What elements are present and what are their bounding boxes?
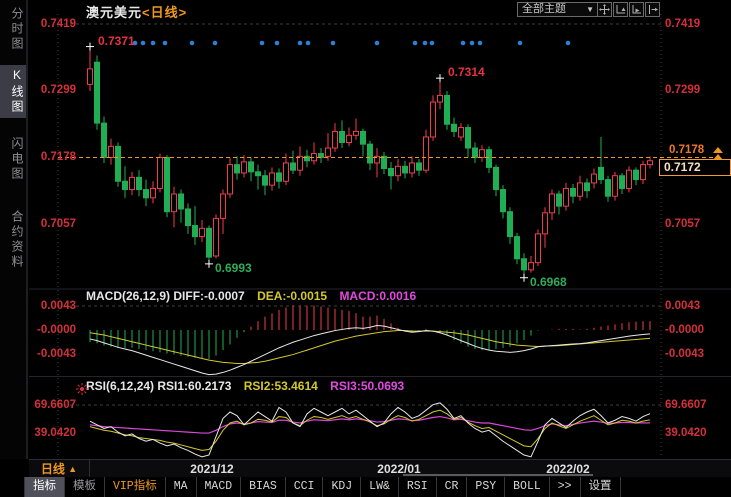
tab-ma[interactable]: MA <box>166 477 197 497</box>
axis-right-arrow-icon <box>630 3 643 20</box>
sidebar-tab-time-share[interactable]: 分时图 <box>0 4 26 55</box>
axis-up-arrow-icon <box>614 3 627 20</box>
chart-type-sidebar: 分时图 K线图闪电图合约资料 <box>0 0 28 459</box>
tab-cr[interactable]: CR <box>437 477 468 497</box>
chevron-down-icon: ▼ <box>586 3 594 16</box>
rsi-tick-left: 39.0420 <box>29 426 76 440</box>
tab-kdj[interactable]: KDJ <box>323 477 361 497</box>
bar-arrow-right-icon <box>646 3 659 20</box>
tab-more[interactable]: >> <box>550 477 581 497</box>
tab-settings[interactable]: 设置 <box>581 477 621 497</box>
current-price-box: 0.7172 <box>659 159 731 176</box>
price-tick-right: 0.7419 <box>665 17 700 31</box>
price-up-arrow-icon <box>713 147 723 153</box>
rsi-tick-left: 69.6607 <box>29 398 76 412</box>
sidebar-tab-flash[interactable]: 闪电图 <box>0 134 26 185</box>
period-selector[interactable]: 日线 ▲ <box>29 460 90 478</box>
macd-tick-right: -0.0000 <box>665 323 704 337</box>
macd-tick-left: -0.0043 <box>29 347 76 361</box>
month-label: 2021/12 <box>190 461 233 477</box>
rsi3-value: RSI3:50.0693 <box>330 379 404 393</box>
macd-diff-value: MACD(26,12,9) DIFF:-0.0007 <box>86 289 245 303</box>
price-tick-right: 0.7299 <box>665 83 700 97</box>
symbol-name: 澳元美元 <box>86 5 142 20</box>
rsi1-value: RSI(6,12,24) RSI1:60.2173 <box>86 379 231 393</box>
price-tick-right: 0.7057 <box>665 217 700 231</box>
period-tag: <日线> <box>142 5 187 20</box>
macd-header: MACD(26,12,9) DIFF:-0.0007 DEA:-0.0015 M… <box>86 289 416 303</box>
tab-rsi[interactable]: RSI <box>399 477 437 497</box>
macd-tick-left: 0.0043 <box>29 299 76 313</box>
trading-app-window: 分时图 K线图闪电图合约资料 澳元美元<日线> 全部主题 ▼ MACD(26,12… <box>0 0 731 497</box>
chart-area: 澳元美元<日线> 全部主题 ▼ MACD(26,12,9) DIFF:-0.00… <box>29 0 731 497</box>
tab-bias[interactable]: BIAS <box>241 477 286 497</box>
price-tick-left: 0.7419 <box>29 17 76 31</box>
shift-chart-right-button[interactable] <box>645 2 660 17</box>
tab-cci[interactable]: CCI <box>286 477 324 497</box>
tab-psy[interactable]: PSY <box>467 477 505 497</box>
tab-boll[interactable]: BOLL <box>505 477 550 497</box>
rsi2-value: RSI2:53.4614 <box>244 379 318 393</box>
price-annotation: 0.6993 <box>215 261 252 275</box>
indicator-tab-bar: 指标模板VIP指标MAMACDBIASCCIKDJLW&RSICRPSYBOLL… <box>0 477 731 497</box>
fit-horizontal-scale-button[interactable] <box>629 2 644 17</box>
h-scrollbar-thumb[interactable] <box>403 474 593 476</box>
price-tick-left: 0.7178 <box>29 150 76 164</box>
period-label: 日线 <box>41 462 65 476</box>
tab-vip-indicator[interactable]: VIP指标 <box>105 477 166 497</box>
alarm-icon[interactable] <box>75 382 89 396</box>
tab-indicator[interactable]: 指标 <box>24 477 65 497</box>
price-annotation: 0.7314 <box>448 65 485 79</box>
price-annotation: 0.6968 <box>530 275 567 289</box>
macd-tick-right: 0.0043 <box>665 299 700 313</box>
theme-dropdown[interactable]: 全部主题 ▼ <box>517 2 599 17</box>
price-up-arrow-icon <box>713 154 723 160</box>
tab-macd[interactable]: MACD <box>197 477 242 497</box>
move-cross-icon <box>598 3 611 20</box>
macd-dea-value: DEA:-0.0015 <box>257 289 327 303</box>
sidebar-tab-contract-info[interactable]: 合约资料 <box>0 207 26 273</box>
macd-hist-value: MACD:0.0016 <box>339 289 416 303</box>
macd-tick-right: -0.0043 <box>665 347 704 361</box>
triangle-up-icon: ▲ <box>68 464 77 474</box>
macd-tick-left: -0.0000 <box>29 323 76 337</box>
rsi-header: RSI(6,12,24) RSI1:60.2173 RSI2:53.4614 R… <box>86 379 404 393</box>
sidebar-tab-kline[interactable]: K线图 <box>0 65 26 118</box>
price-tick-left: 0.7299 <box>29 83 76 97</box>
chart-title: 澳元美元<日线> <box>86 2 187 21</box>
fit-vertical-scale-button[interactable] <box>613 2 628 17</box>
price-annotation: 0.7371 <box>98 34 135 48</box>
rsi-tick-right: 39.0420 <box>665 426 707 440</box>
ref-price-label: 0.7178 <box>669 144 704 156</box>
tab-lw[interactable]: LW& <box>361 477 399 497</box>
time-axis-row: 日线 ▲ 2021/122022/012022/02 <box>29 459 731 479</box>
tab-template[interactable]: 模板 <box>65 477 105 497</box>
price-tick-left: 0.7057 <box>29 217 76 231</box>
pan-tool-button[interactable] <box>597 2 612 17</box>
rsi-tick-right: 69.6607 <box>665 398 707 412</box>
theme-dropdown-label: 全部主题 <box>522 3 566 16</box>
